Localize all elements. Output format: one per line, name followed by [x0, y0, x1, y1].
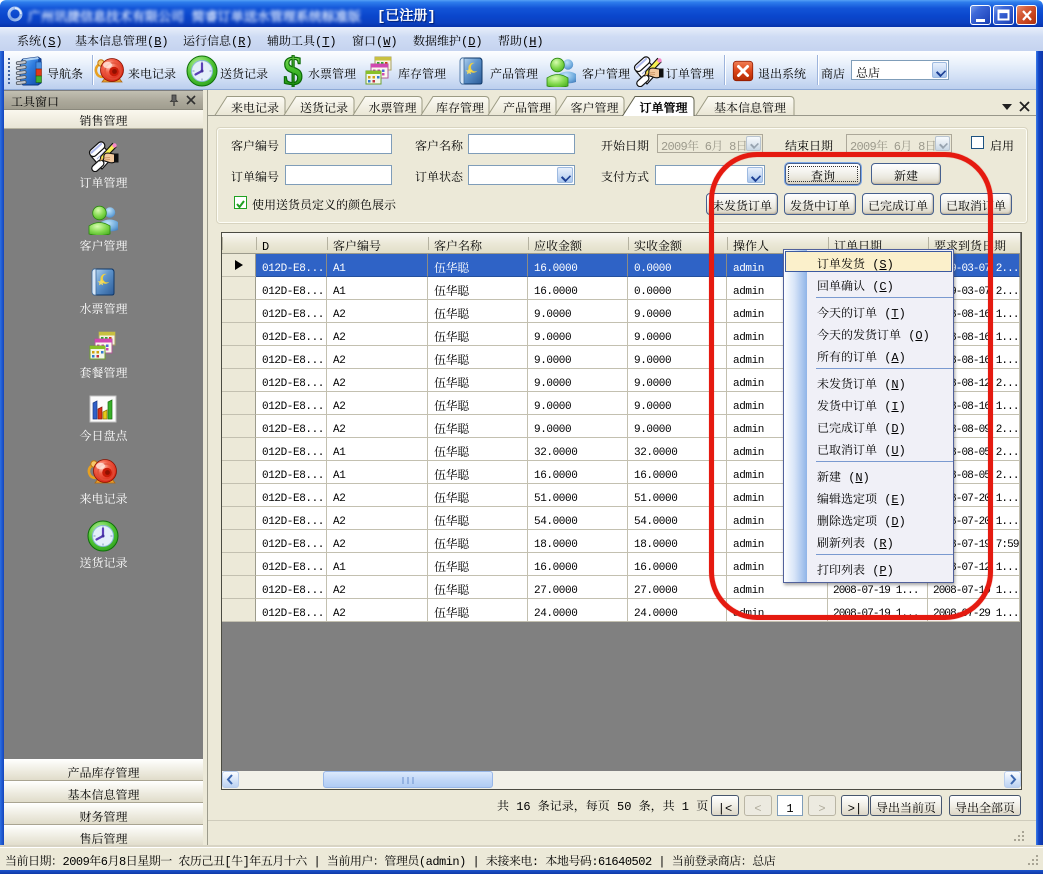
svg-text:$: $: [283, 55, 303, 87]
